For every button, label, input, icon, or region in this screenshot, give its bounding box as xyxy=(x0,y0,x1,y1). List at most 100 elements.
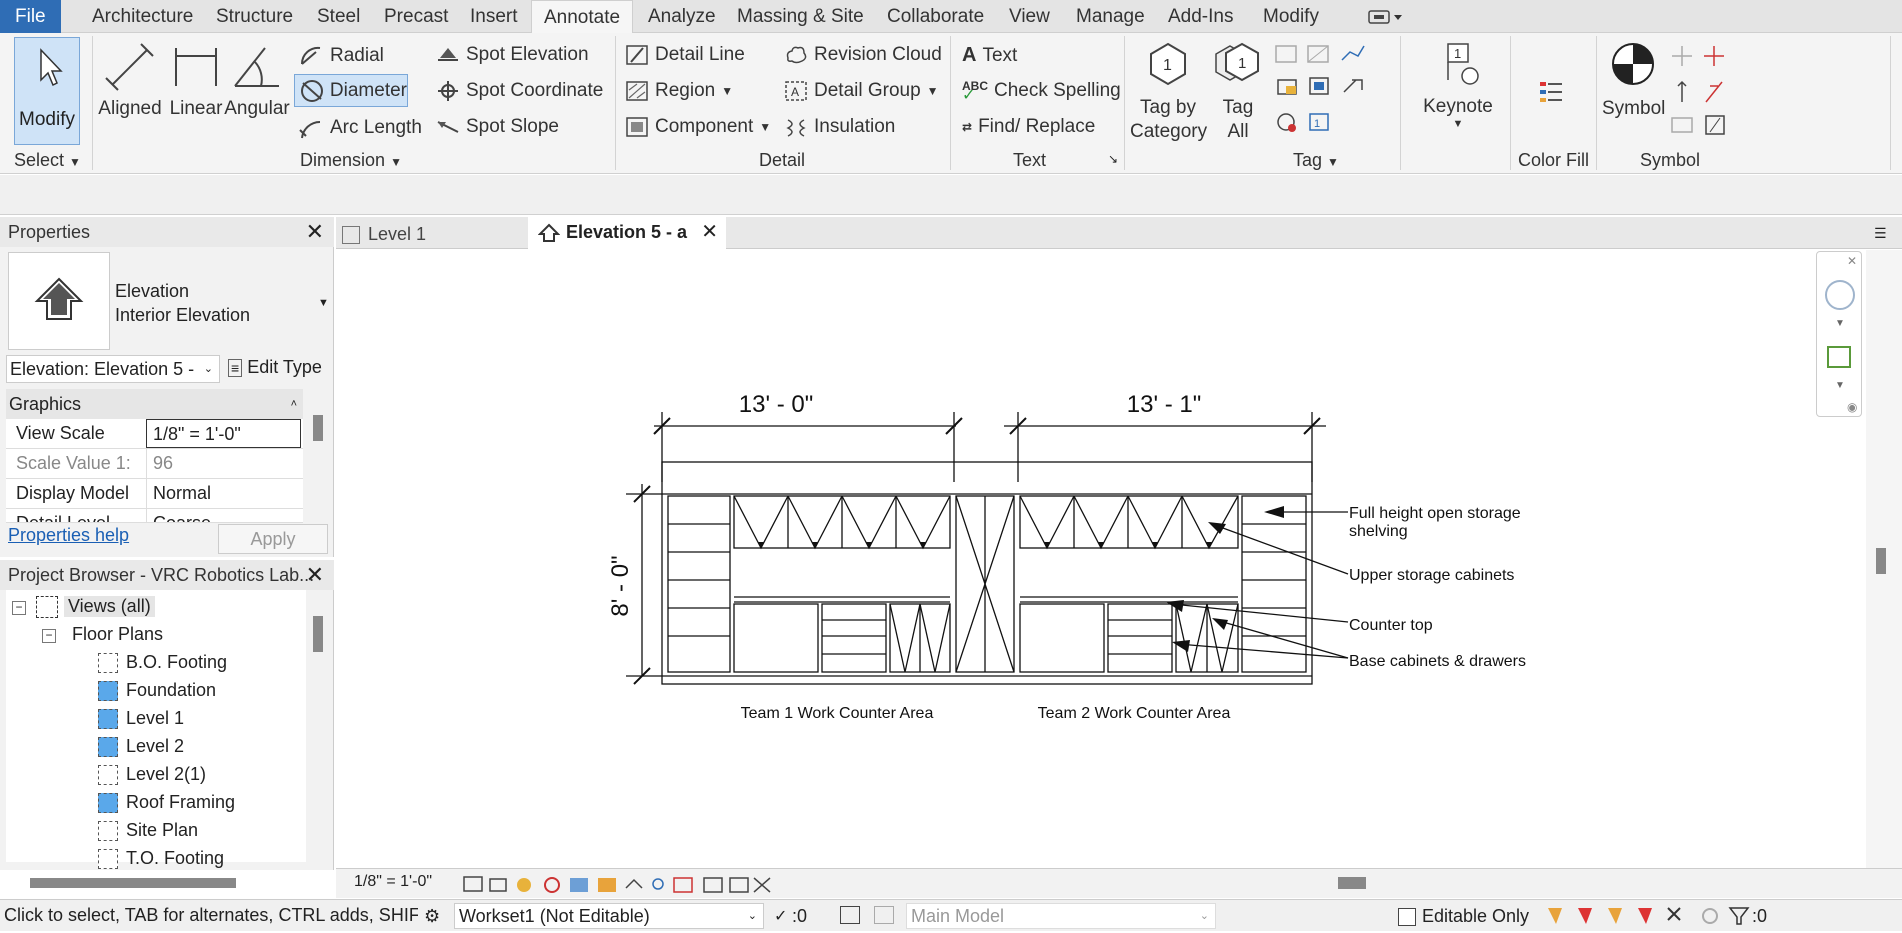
component-dropdown-icon[interactable]: ▼ xyxy=(759,120,771,134)
spot-slope-button[interactable]: Spot Slope xyxy=(436,116,559,138)
browser-vscrollbar[interactable] xyxy=(313,616,323,652)
region-dropdown-icon[interactable]: ▼ xyxy=(721,84,733,98)
tree-views-all[interactable]: Views (all) xyxy=(64,596,155,617)
keynote-button[interactable]: 1 Keynote ▼ xyxy=(1418,40,1498,130)
arc-length-button[interactable]: Arc Length xyxy=(298,116,422,140)
tab-architecture[interactable]: Architecture xyxy=(92,0,193,33)
browser-hscrollbar[interactable] xyxy=(30,878,236,888)
tree-item[interactable]: Level 2(1) xyxy=(126,764,206,785)
zoom-region-icon[interactable] xyxy=(1827,346,1851,368)
tab-annotate[interactable]: Annotate xyxy=(531,0,634,34)
tag-by-category-button[interactable]: 1 Tag by Category xyxy=(1130,40,1207,144)
aligned-dimension-button[interactable]: Aligned xyxy=(98,40,162,120)
view-tab-level-1[interactable]: Level 1 xyxy=(342,221,522,249)
wheel-dropdown-icon[interactable]: ▼ xyxy=(1835,318,1845,329)
tab-structure[interactable]: Structure xyxy=(216,0,293,33)
editable-only-checkbox[interactable] xyxy=(1398,908,1416,926)
tab-massing-site[interactable]: Massing & Site xyxy=(737,0,864,33)
design-options-icon[interactable] xyxy=(840,906,860,924)
tab-file[interactable]: File xyxy=(0,0,61,33)
dim-height-label[interactable]: 8' - 0" xyxy=(607,555,634,616)
tab-add-ins[interactable]: Add-Ins xyxy=(1168,0,1233,33)
view-scale-control[interactable]: 1/8" = 1'-0" xyxy=(354,873,432,891)
spot-elevation-button[interactable]: Spot Elevation xyxy=(436,44,589,66)
angular-dimension-button[interactable]: Angular xyxy=(224,40,290,120)
display-model-field[interactable]: Normal xyxy=(146,479,301,508)
detail-line-button[interactable]: Detail Line xyxy=(625,44,745,66)
dim-left-label[interactable]: 13' - 0" xyxy=(739,391,813,418)
nav-bar-options-icon[interactable]: ◉ xyxy=(1847,400,1857,414)
radial-dimension-button[interactable]: Radial xyxy=(298,44,384,68)
canvas-vscrollbar[interactable] xyxy=(1866,250,1902,868)
dimension-panel-label[interactable]: Dimension ▼ xyxy=(300,150,402,171)
tree-item[interactable]: B.O. Footing xyxy=(126,652,227,673)
text-panel-launcher-icon[interactable]: ↘ xyxy=(1108,152,1118,166)
component-button[interactable]: Component ▼ xyxy=(625,116,771,138)
tag-panel-label[interactable]: Tag ▼ xyxy=(1293,150,1339,171)
keynote-dropdown-icon[interactable]: ▼ xyxy=(1418,118,1498,130)
callout-base-cabinets[interactable]: Base cabinets & drawers xyxy=(1349,653,1526,670)
tree-item[interactable]: T.O. Footing xyxy=(126,848,224,869)
tab-precast[interactable]: Precast xyxy=(384,0,448,33)
workset-dropdown[interactable]: Workset1 (Not Editable) ⌄ xyxy=(454,903,764,929)
tab-manage[interactable]: Manage xyxy=(1076,0,1145,33)
close-view-tab-icon[interactable]: ✕ xyxy=(701,217,718,247)
check-spelling-button[interactable]: ABC ✓ Check Spelling xyxy=(962,80,1121,104)
tree-item[interactable]: Level 2 xyxy=(126,736,184,757)
view-tab-elevation-5[interactable]: Elevation 5 - a ✕ xyxy=(528,217,726,249)
instance-selector[interactable]: Elevation: Elevation 5 - ⌄ xyxy=(6,355,220,383)
collapse-floor-plans-icon[interactable]: − xyxy=(42,629,56,643)
insulation-button[interactable]: Insulation xyxy=(784,116,895,138)
tab-steel[interactable]: Steel xyxy=(317,0,360,33)
quick-access-dropdown-icon[interactable] xyxy=(1368,8,1404,26)
color-fill-legend-button[interactable] xyxy=(1538,78,1566,111)
properties-help-link[interactable]: Properties help xyxy=(8,525,129,546)
dim-right-label[interactable]: 13' - 1" xyxy=(1127,391,1201,418)
properties-close-icon[interactable]: ✕ xyxy=(306,217,324,247)
tab-modify[interactable]: Modify xyxy=(1263,0,1319,33)
spot-coordinate-button[interactable]: Spot Coordinate xyxy=(436,80,603,102)
canvas-vscroll-thumb[interactable] xyxy=(1876,548,1886,574)
tab-overflow-menu-icon[interactable]: ☰ xyxy=(1874,225,1887,242)
tree-item[interactable]: Site Plan xyxy=(126,820,198,841)
select-panel-label[interactable]: Select ▼ xyxy=(14,150,81,171)
worksets-icon[interactable]: ⚙ xyxy=(424,906,440,927)
label-team1-area[interactable]: Team 1 Work Counter Area xyxy=(741,705,934,722)
tab-collaborate[interactable]: Collaborate xyxy=(887,0,984,33)
callout-counter-top[interactable]: Counter top xyxy=(1349,617,1433,634)
tree-item[interactable]: Roof Framing xyxy=(126,792,235,813)
tree-item[interactable]: Level 1 xyxy=(126,708,184,729)
edit-type-button[interactable]: ≡ Edit Type xyxy=(228,357,322,378)
zoom-dropdown-icon[interactable]: ▼ xyxy=(1835,380,1845,391)
revision-cloud-button[interactable]: Revision Cloud xyxy=(784,44,942,66)
modify-button[interactable]: Modify xyxy=(14,37,80,145)
collapse-views-icon[interactable]: − xyxy=(12,601,26,615)
design-option-dropdown[interactable]: Main Model ⌄ xyxy=(906,903,1216,929)
tree-floor-plans[interactable]: Floor Plans xyxy=(72,624,163,645)
properties-scrollbar[interactable] xyxy=(313,415,323,441)
linear-dimension-button[interactable]: Linear xyxy=(166,40,226,120)
view-scale-input[interactable]: 1/8" = 1'-0" xyxy=(146,419,301,448)
label-team2-area[interactable]: Team 2 Work Counter Area xyxy=(1038,705,1231,722)
tab-analyze[interactable]: Analyze xyxy=(648,0,716,33)
graphics-group-header[interactable]: Graphics ˄ xyxy=(6,389,303,419)
tree-item[interactable]: Foundation xyxy=(126,680,216,701)
callout-open-storage[interactable]: Full height open storage xyxy=(1349,505,1521,522)
nav-bar-close-icon[interactable]: ✕ xyxy=(1847,254,1857,268)
find-replace-button[interactable]: ⇄ Find/ Replace xyxy=(962,116,1095,138)
region-button[interactable]: Region ▼ xyxy=(625,80,733,102)
diameter-dimension-button[interactable]: Diameter xyxy=(294,74,408,107)
tab-view[interactable]: View xyxy=(1009,0,1050,33)
editing-requests-icon[interactable]: ✓ xyxy=(774,906,787,926)
browser-close-icon[interactable]: ✕ xyxy=(306,560,324,590)
text-button[interactable]: A Text xyxy=(962,44,1017,67)
symbol-button[interactable]: Symbol xyxy=(1602,40,1665,120)
detail-group-button[interactable]: A Detail Group ▼ xyxy=(784,80,939,102)
type-selector-dropdown-icon[interactable]: ▼ xyxy=(318,297,329,309)
canvas-hscroll-thumb[interactable] xyxy=(1338,877,1366,889)
steering-wheel-icon[interactable] xyxy=(1825,280,1855,310)
tag-all-button[interactable]: 1 Tag All xyxy=(1206,40,1270,144)
apply-button[interactable]: Apply xyxy=(218,524,328,554)
active-design-option-icon[interactable] xyxy=(874,906,894,924)
tab-insert[interactable]: Insert xyxy=(470,0,518,33)
